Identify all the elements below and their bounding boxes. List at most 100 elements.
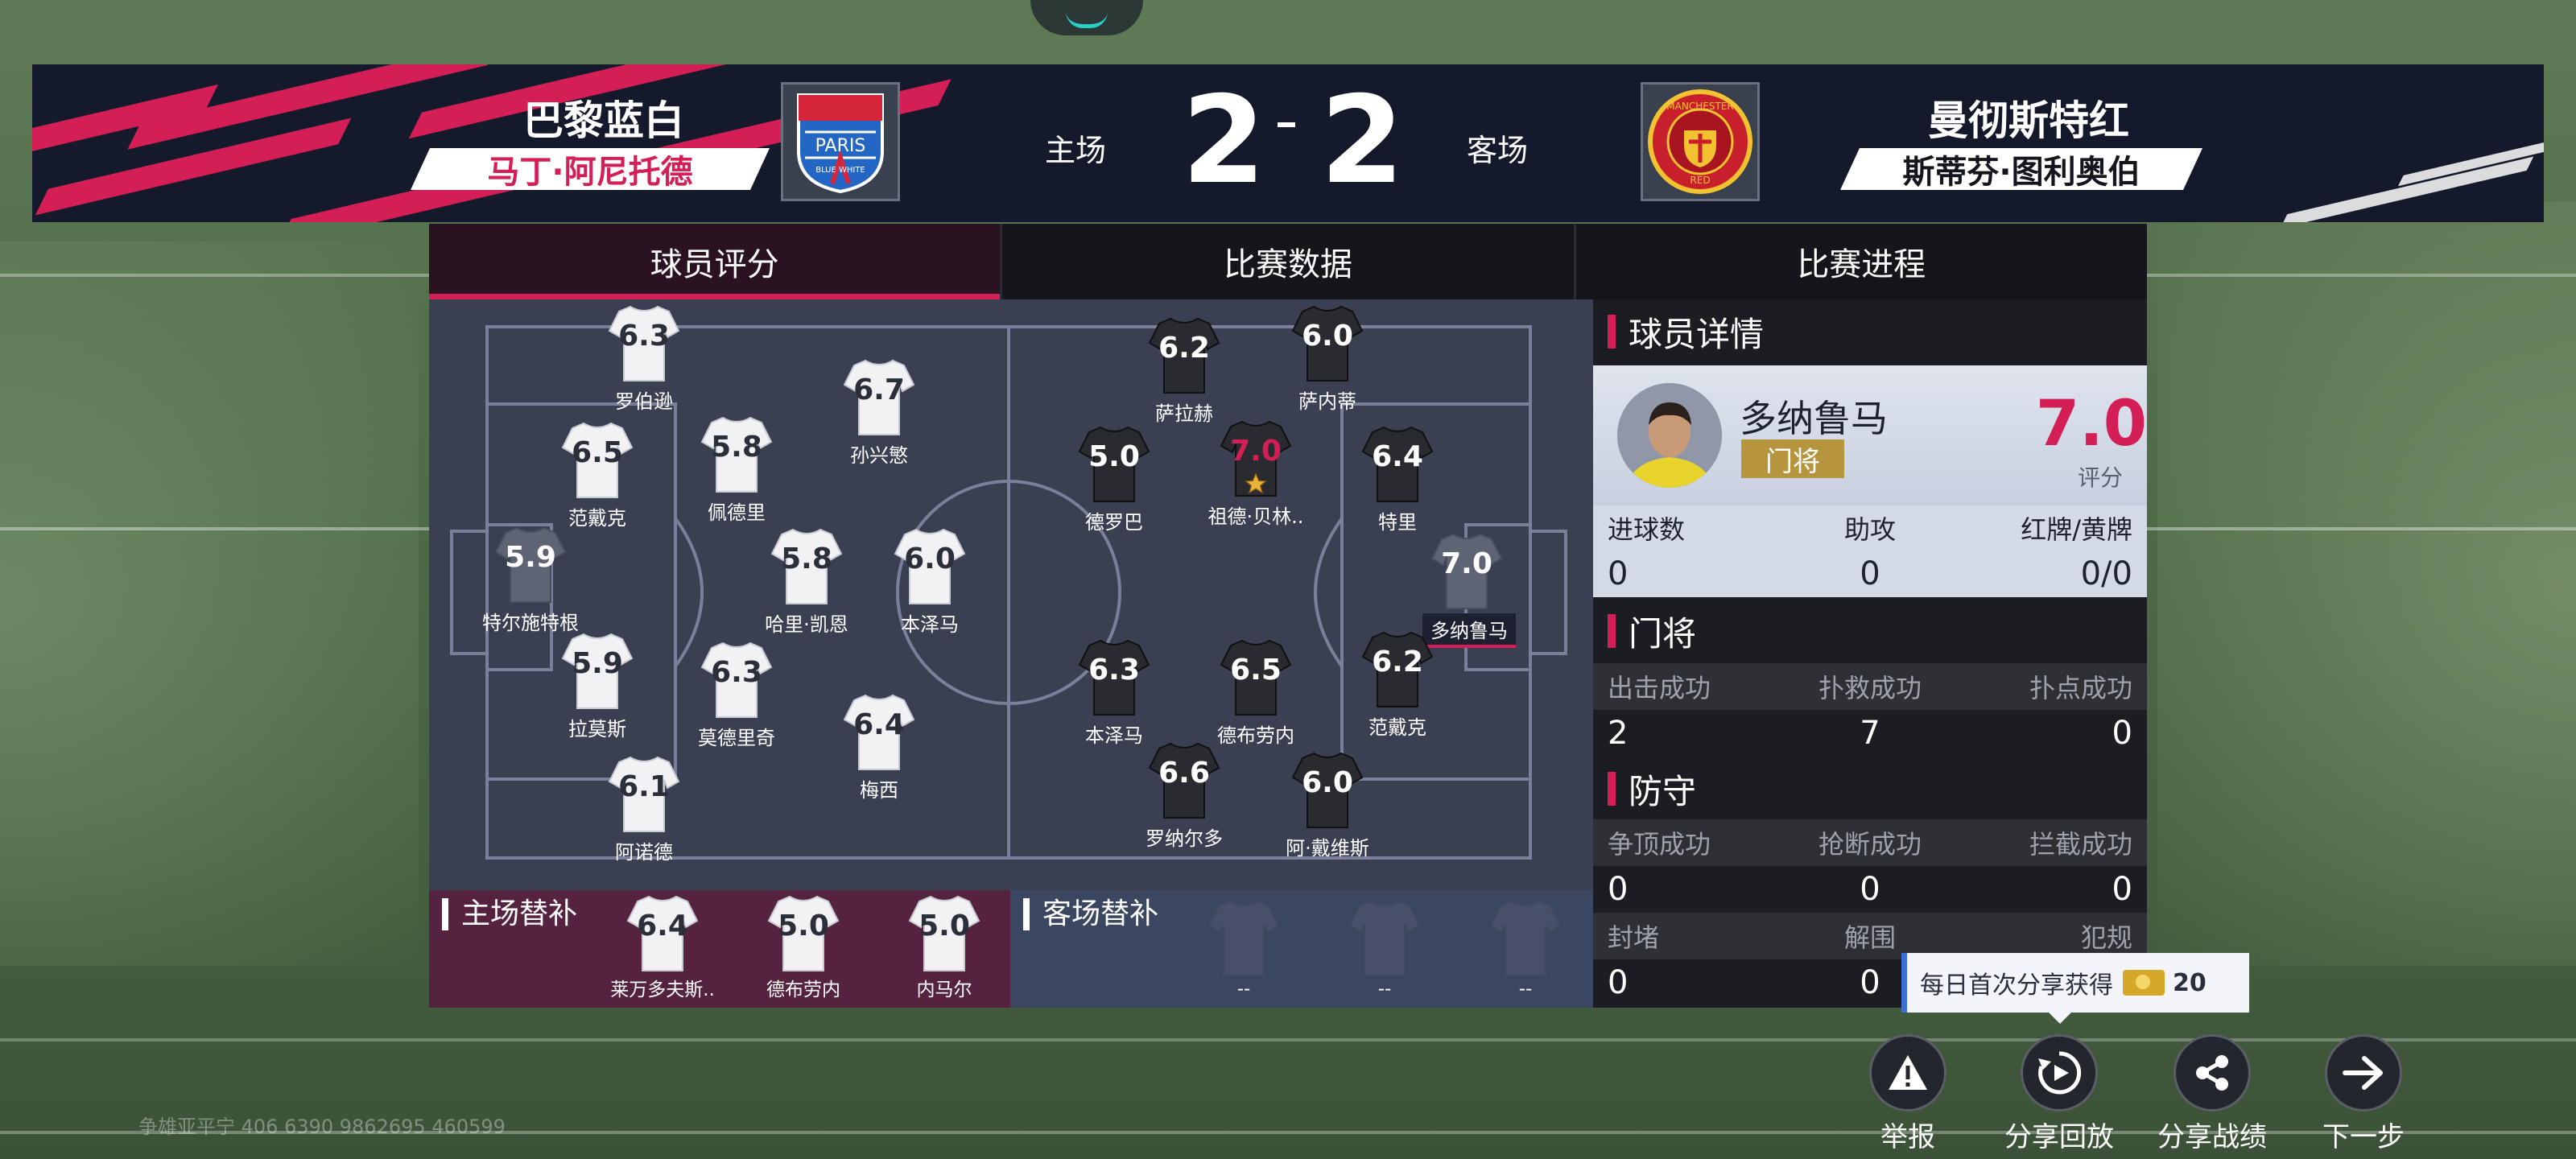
player-rating: 5.0 — [919, 909, 970, 942]
tab-bar: 球员评分 比赛数据 比赛进程 — [429, 224, 2147, 299]
tab-player-ratings[interactable]: 球员评分 — [429, 224, 1001, 299]
defense-stat-values: 0 0 0 — [1593, 866, 2147, 913]
away-player[interactable]: 6.5 德布劳内 — [1212, 637, 1300, 748]
crest-subtext: BLUE WHITE — [815, 166, 865, 175]
tab-match-timeline[interactable]: 比赛进程 — [1573, 224, 2147, 299]
player-jersey: 6.5 — [561, 420, 634, 501]
player-rating: 6.3 — [711, 656, 762, 689]
home-team-name: 巴黎蓝白 — [523, 97, 684, 144]
accent-bar — [1608, 315, 1616, 349]
background-blur-left — [0, 241, 419, 966]
away-player[interactable]: 5.0 德罗巴 — [1070, 424, 1158, 534]
stat-value: 0 — [1608, 871, 1629, 908]
position-badge: 门将 — [1741, 439, 1844, 478]
home-coach-name: 马丁·阿尼托德 — [411, 148, 770, 190]
home-player[interactable]: 6.3 莫德里奇 — [692, 640, 781, 750]
stat-value: 7 — [1860, 715, 1880, 752]
share-record-circle[interactable] — [2174, 1034, 2251, 1112]
away-player[interactable]: 6.6 罗纳尔多 — [1140, 740, 1228, 851]
home-player[interactable]: 6.7 孙兴慜 — [835, 357, 923, 468]
jersey-icon — [1348, 900, 1421, 976]
home-player[interactable]: 6.4 梅西 — [835, 692, 923, 802]
jersey-icon — [1208, 900, 1280, 976]
home-sub-player[interactable]: 5.0 内马尔 — [892, 893, 997, 1001]
away-player[interactable]: 7.0 祖德·贝林.. — [1208, 419, 1303, 529]
share-record-button[interactable]: 分享战绩 — [2148, 1034, 2277, 1154]
home-subs-title: 主场替补 — [442, 898, 577, 930]
away-sub-player[interactable]: -- — [1332, 898, 1437, 1000]
detail-header: 球员详情 — [1593, 299, 2147, 364]
share-replay-button[interactable]: 分享回放 — [1995, 1034, 2124, 1154]
player-jersey: 5.8 — [770, 526, 843, 607]
stat-value: 0 — [1608, 555, 1629, 592]
away-player[interactable]: 6.0 阿·戴维斯 — [1283, 750, 1372, 860]
player-jersey: 6.6 — [1148, 740, 1220, 821]
share-replay-circle[interactable] — [2021, 1034, 2098, 1112]
away-player[interactable]: 6.3 本泽马 — [1070, 637, 1158, 748]
share-icon — [2196, 1055, 2228, 1091]
stat-label: 助攻 — [1843, 514, 1896, 545]
home-sub-player[interactable]: 6.4 莱万多夫斯.. — [610, 893, 715, 1001]
home-player[interactable]: 5.9 拉莫斯 — [553, 631, 642, 741]
home-player[interactable]: 5.8 佩德里 — [692, 415, 781, 525]
player-jersey: 5.0 — [1078, 424, 1150, 505]
report-button[interactable]: 举报 — [1843, 1034, 1972, 1154]
player-jersey: 6.4 — [1361, 424, 1434, 505]
home-player[interactable]: 5.9 特尔施特根 — [482, 525, 579, 635]
star-icon — [1244, 472, 1268, 496]
player-rating: 6.3 — [618, 320, 670, 353]
defense-stat-labels: 争顶成功 抢断成功 拦截成功 — [1593, 819, 2147, 866]
home-player[interactable]: 6.0 本泽马 — [886, 526, 974, 637]
crest-text: PARIS — [815, 136, 866, 156]
player-rating: 5.9 — [505, 541, 556, 574]
player-jersey: 6.7 — [843, 357, 915, 438]
goalkeeper-section-header: 门将 — [1593, 599, 2147, 663]
player-jersey: 7.0 — [1430, 531, 1503, 612]
player-rating: 6.5 — [1230, 654, 1282, 687]
away-score: 2 — [1320, 71, 1405, 211]
player-name: 莫德里奇 — [698, 727, 775, 749]
tab-match-stats[interactable]: 比赛数据 — [1000, 224, 1573, 299]
report-button-circle[interactable] — [1869, 1034, 1946, 1112]
arrow-right-icon — [2343, 1056, 2383, 1090]
away-player[interactable]: 6.2 范戴克 — [1353, 629, 1442, 740]
player-jersey: 6.1 — [608, 754, 680, 835]
away-sub-player[interactable]: -- — [1191, 898, 1296, 1000]
player-jersey: 6.4 — [843, 692, 915, 773]
away-player[interactable]: 6.4 特里 — [1353, 424, 1442, 534]
away-team-name: 曼彻斯特红 — [1928, 97, 2129, 144]
rating-label: 评分 — [2077, 464, 2123, 491]
share-replay-label: 分享回放 — [2004, 1121, 2114, 1153]
stat-label: 抢断成功 — [1818, 829, 1922, 860]
crest-subtext: RED — [1690, 175, 1710, 186]
player-name: 孙兴慜 — [850, 444, 908, 467]
replay-icon — [2038, 1051, 2082, 1095]
reward-amount: 20 — [2173, 968, 2207, 997]
player-jersey: 6.0 — [1291, 750, 1364, 831]
home-player[interactable]: 6.3 罗伯逊 — [600, 303, 688, 414]
player-rating: 7.0 — [1441, 547, 1492, 580]
player-jersey — [1208, 898, 1280, 979]
player-rating: 6.2 — [1158, 332, 1210, 365]
player-jersey: 5.9 — [561, 631, 634, 711]
player-jersey: 6.3 — [1078, 637, 1150, 718]
away-player[interactable]: 6.0 萨内蒂 — [1283, 303, 1372, 414]
stat-label: 封堵 — [1608, 922, 1660, 953]
stat-value: 0 — [1860, 555, 1880, 592]
accent-bar — [1608, 772, 1616, 806]
away-sub-player[interactable]: -- — [1473, 898, 1578, 1000]
paris-crest-icon: PARIS BLUE WHITE — [797, 93, 884, 194]
next-step-circle[interactable] — [2325, 1034, 2402, 1112]
away-player[interactable]: 6.2 萨拉赫 — [1140, 316, 1228, 426]
next-step-button[interactable]: 下一步 — [2299, 1034, 2428, 1154]
background-blur-right — [2157, 201, 2576, 966]
player-rating: 6.0 — [1302, 766, 1353, 799]
home-sub-player[interactable]: 5.0 德布劳内 — [751, 893, 856, 1001]
pull-down-handle[interactable] — [1030, 0, 1143, 35]
home-player[interactable]: 6.5 范戴克 — [553, 420, 642, 530]
warning-icon — [1889, 1055, 1927, 1090]
player-rating: 7.0 — [2035, 388, 2147, 460]
home-player[interactable]: 6.1 阿诺德 — [600, 754, 688, 864]
player-rating: 6.2 — [1372, 645, 1423, 678]
player-rating: 6.4 — [853, 708, 905, 741]
